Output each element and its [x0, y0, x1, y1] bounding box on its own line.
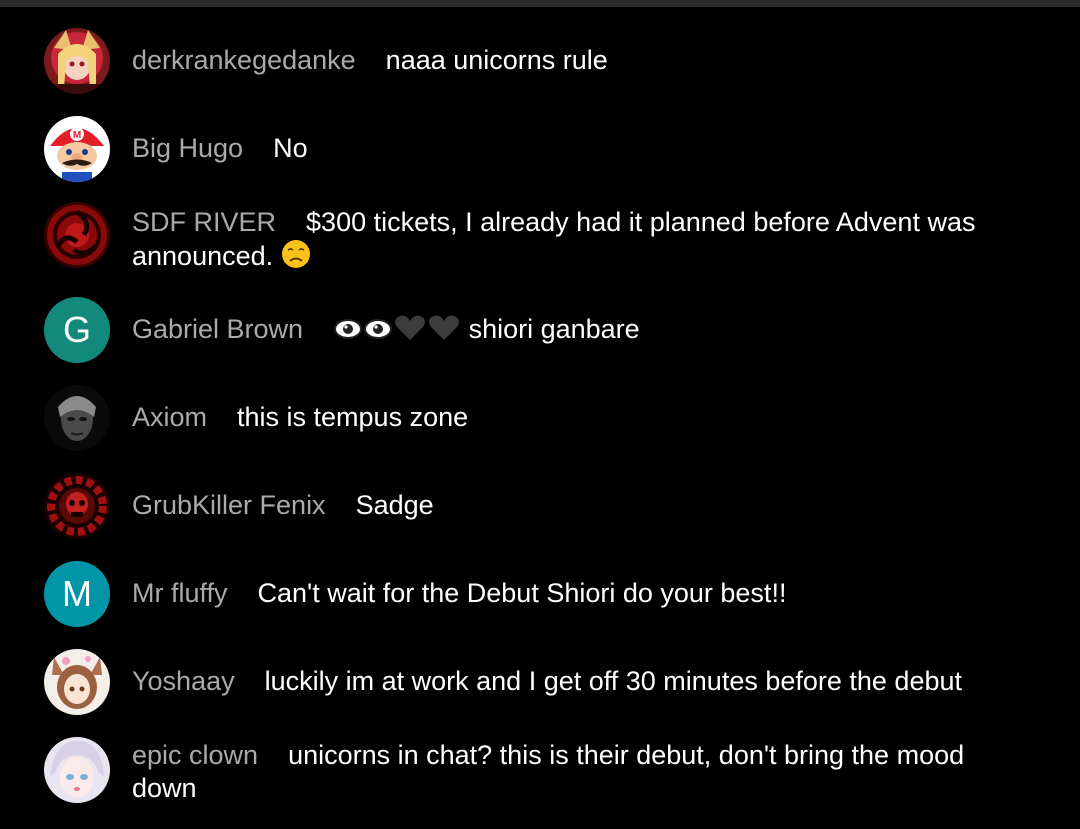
chat-message[interactable]: Axiom this is tempus zone — [44, 385, 1034, 451]
dark-face-avatar[interactable] — [44, 385, 110, 451]
chat-message[interactable]: G Gabriel Brown shiori ganbare — [44, 297, 1034, 363]
mario-avatar[interactable]: M — [44, 116, 110, 182]
message-body: No — [273, 133, 308, 163]
anime-foxgirl-avatar[interactable] — [44, 649, 110, 715]
message-body: Sadge — [355, 490, 434, 520]
chat-message[interactable]: M Mr fluffy Can't wait for the Debut Shio… — [44, 561, 1034, 627]
chat-message[interactable]: Yoshaay luckily im at work and I get off … — [44, 649, 1034, 715]
message-text: GrubKiller Fenix Sadge — [132, 489, 1034, 522]
letter-avatar-g[interactable]: G — [44, 297, 110, 363]
message-text: Gabriel Brown shiori ganbare — [132, 313, 1034, 350]
author-name[interactable]: Gabriel Brown — [132, 314, 303, 344]
chat-message[interactable]: epic clown unicorns in chat? this is thei… — [44, 735, 1034, 805]
black-heart-emoji — [427, 314, 461, 350]
message-text: Axiom this is tempus zone — [132, 401, 1034, 434]
author-name[interactable]: Big Hugo — [132, 133, 243, 163]
message-body: this is tempus zone — [237, 402, 469, 432]
chat-message[interactable]: derkrankegedanke naaa unicorns rule — [44, 28, 1034, 94]
avatar-letter: G — [62, 309, 91, 350]
message-text: epic clown unicorns in chat? this is thei… — [132, 739, 1034, 805]
chat-message[interactable]: GrubKiller Fenix Sadge — [44, 473, 1034, 539]
message-text: Mr fluffy Can't wait for the Debut Shiori… — [132, 577, 1034, 610]
author-name[interactable]: Yoshaay — [132, 666, 235, 696]
disappointed-face-emoji — [281, 239, 311, 277]
author-name[interactable]: derkrankegedanke — [132, 45, 356, 75]
author-name[interactable]: SDF RIVER — [132, 207, 276, 237]
message-text: Big Hugo No — [132, 132, 1034, 165]
author-name[interactable]: GrubKiller Fenix — [132, 490, 326, 520]
author-name[interactable]: epic clown — [132, 740, 258, 770]
red-swirl-avatar[interactable] — [44, 202, 110, 268]
message-body: luckily im at work and I get off 30 minu… — [264, 666, 962, 696]
message-body: naaa unicorns rule — [385, 45, 608, 75]
message-text: Yoshaay luckily im at work and I get off … — [132, 665, 1034, 698]
red-gear-skull-avatar[interactable] — [44, 473, 110, 539]
svg-text:M: M — [73, 130, 81, 141]
chat-message[interactable]: M Big Hugo No — [44, 116, 1034, 182]
chat-message[interactable]: SDF RIVER $300 tickets, I already had it … — [44, 202, 1034, 272]
message-body: Can't wait for the Debut Shiori do your … — [257, 578, 787, 608]
anime-girl-avatar[interactable] — [44, 28, 110, 94]
letter-avatar-m[interactable]: M — [44, 561, 110, 627]
avatar-letter: M — [62, 573, 92, 614]
live-chat-list[interactable]: derkrankegedanke naaa unicorns rule M Big… — [0, 0, 1080, 829]
author-name[interactable]: Axiom — [132, 402, 207, 432]
black-heart-emoji — [393, 314, 427, 350]
author-name[interactable]: Mr fluffy — [132, 578, 228, 608]
eye-emoji — [363, 316, 393, 350]
message-text: SDF RIVER $300 tickets, I already had it … — [132, 206, 1034, 277]
message-body: shiori ganbare — [461, 314, 640, 344]
white-hair-anime-avatar[interactable] — [44, 737, 110, 803]
eye-emoji — [333, 316, 363, 350]
message-text: derkrankegedanke naaa unicorns rule — [132, 44, 1034, 77]
